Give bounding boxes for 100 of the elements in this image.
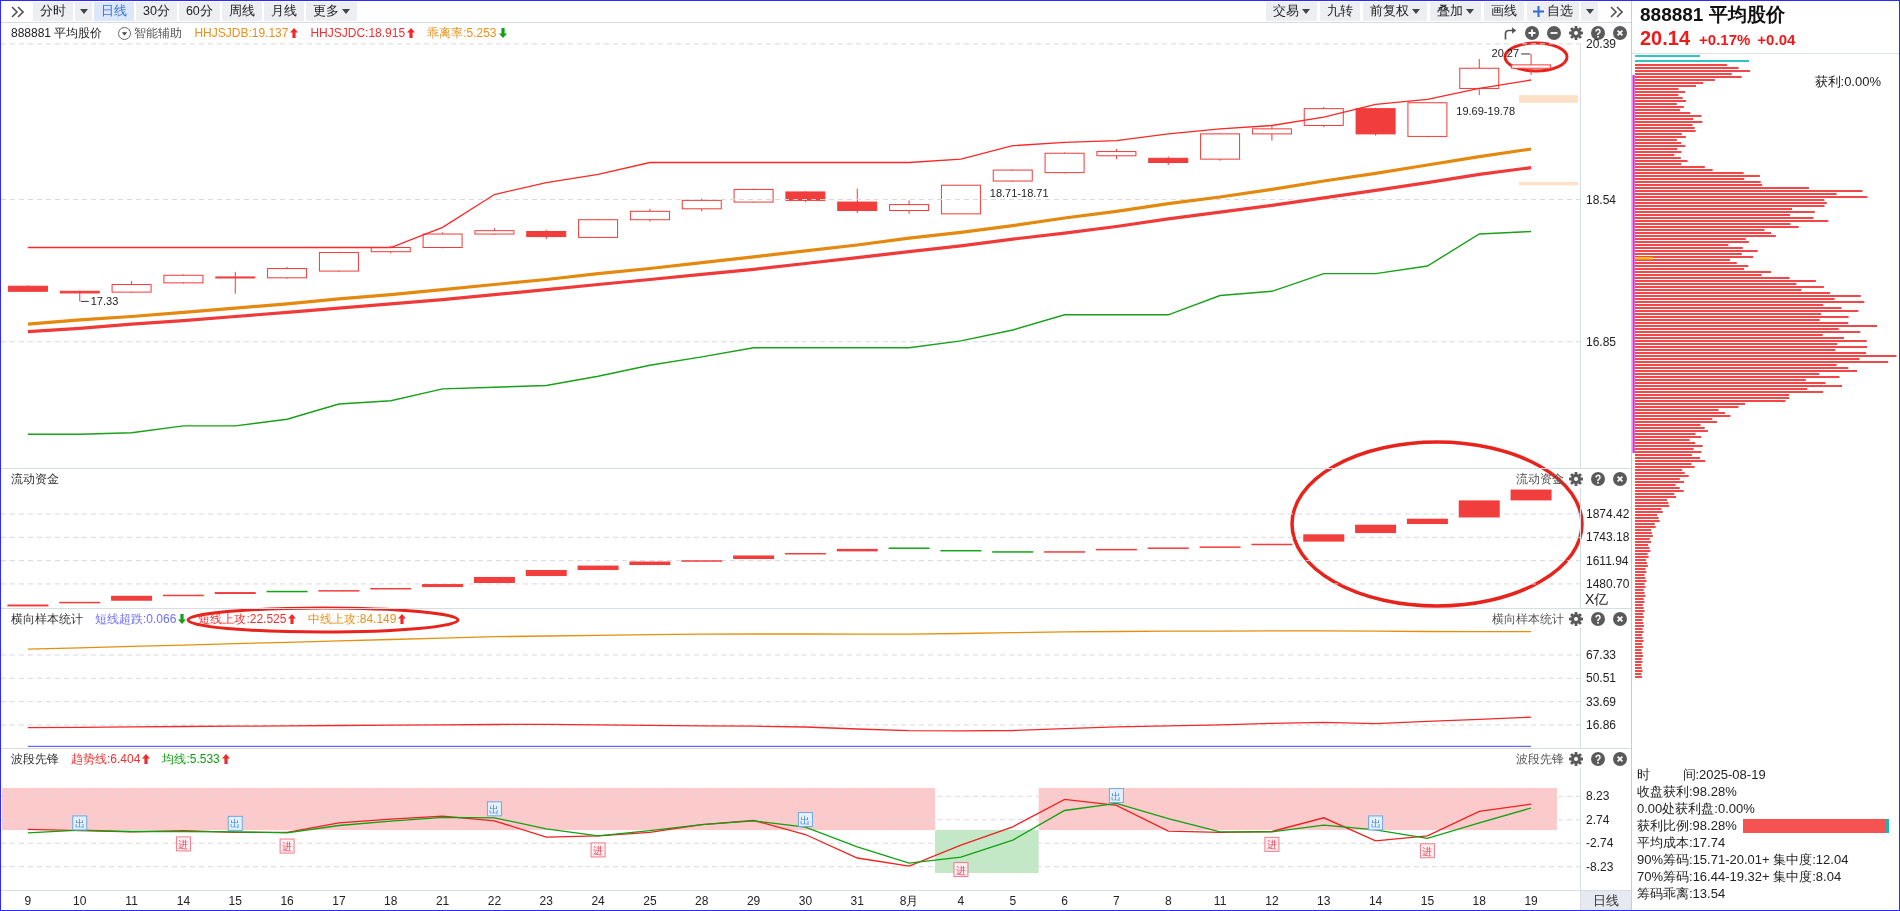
indicator-value: 乖离率:5.253 [427, 25, 497, 42]
panel-title: 流动资金 [11, 470, 59, 488]
axis-label: 18.54 [1586, 192, 1617, 207]
candlestick [111, 280, 152, 294]
candlestick [940, 184, 981, 215]
candlestick [1459, 58, 1500, 96]
flow-bar [577, 565, 619, 570]
entry-tag: 进 [279, 838, 295, 854]
entry-tag: 进 [590, 842, 606, 858]
candlestick [474, 227, 515, 236]
settings-icon[interactable] [1569, 26, 1583, 40]
flow-bar [370, 587, 412, 590]
chart-title: 888881 平均股价 [11, 25, 103, 42]
caret-icon [1585, 9, 1594, 14]
stat-line: 平均成本:17.74 [1637, 834, 1727, 851]
date-label: 14 [1368, 894, 1383, 908]
double-chevron-icon[interactable] [10, 5, 24, 18]
flow-bar [422, 584, 464, 588]
settings-icon[interactable] [1569, 611, 1583, 626]
dropdown-button[interactable] [75, 2, 92, 21]
period-tab[interactable]: 周线 [221, 2, 262, 21]
candlestick [889, 199, 930, 215]
candlestick [526, 229, 567, 240]
stat-line: 90%筹码:15.71-20.01+ 集中度:12.04 [1637, 851, 1850, 868]
gap-band [1519, 95, 1578, 103]
date-label: 18 [384, 894, 398, 908]
date-label: 11 [125, 894, 138, 908]
panel-title: 波段先锋 [1516, 750, 1564, 768]
flow-bar [111, 595, 153, 601]
toolbar-menu-button[interactable]: 交易 [1266, 2, 1317, 21]
candlestick [7, 284, 48, 293]
date-label: 23 [539, 894, 553, 908]
return-arrow-icon[interactable] [1503, 26, 1517, 40]
flow-bar [629, 561, 671, 566]
stat-line: 0.00处获利盘:0.00% [1637, 800, 1756, 817]
entry-tag: 进 [175, 836, 191, 852]
date-label: 5 [1009, 894, 1017, 908]
indicator-value: HHJSJDB:19.137 [194, 25, 289, 42]
close-icon[interactable] [1613, 611, 1627, 626]
leader-line [1520, 53, 1531, 55]
candlestick [267, 266, 308, 280]
candlestick [1044, 151, 1085, 174]
date-label: 13 [1317, 894, 1331, 908]
panel-title: 横向样本统计 [1492, 610, 1564, 628]
candlestick [370, 245, 411, 254]
exit-tag: 出 [1368, 815, 1384, 831]
axis-label: -2.74 [1586, 836, 1614, 851]
close-icon[interactable] [1613, 751, 1627, 766]
axis-label: 67.33 [1586, 648, 1617, 662]
flow-bar [1355, 524, 1397, 534]
indicator-value: 短线超跌:0.066 [95, 610, 177, 628]
period-tab[interactable]: 60分 [178, 2, 220, 21]
help-icon[interactable] [1591, 471, 1605, 486]
add-watchlist-button[interactable]: 自选 [1527, 2, 1579, 21]
dropdown-circle-icon [118, 26, 132, 40]
minus-icon[interactable] [1547, 26, 1561, 40]
indicator-value: 短线上攻:22.525 [198, 610, 287, 628]
period-button[interactable]: 日线 [1580, 891, 1631, 910]
toolbar-button[interactable]: 九转 [1320, 2, 1360, 21]
date-label: 24 [591, 894, 605, 908]
candlestick [1355, 107, 1396, 137]
assist-button[interactable]: 智能辅助 [118, 24, 183, 42]
date-label: 21 [435, 894, 450, 908]
close-icon[interactable] [1613, 26, 1627, 40]
date-label: 16 [280, 894, 294, 908]
candlestick [318, 251, 359, 273]
caret-icon [79, 9, 88, 14]
period-tab[interactable]: 日线 [94, 2, 134, 21]
date-label: 8月 [899, 894, 919, 908]
axis-label: 20.39 [1586, 36, 1617, 51]
help-icon[interactable] [1591, 611, 1605, 626]
double-chevron-icon[interactable] [1609, 5, 1623, 18]
period-tab[interactable]: 分时 [33, 2, 73, 21]
settings-icon[interactable] [1569, 471, 1583, 486]
candlestick [1303, 106, 1344, 128]
close-icon[interactable] [1613, 471, 1627, 486]
help-icon[interactable] [1591, 26, 1605, 40]
axis-label: -8.23 [1586, 859, 1614, 874]
period-tab[interactable]: 30分 [136, 2, 177, 21]
date-label: 25 [643, 894, 657, 908]
settings-icon[interactable] [1569, 751, 1583, 766]
profit-label: 获利:0.00% [1814, 74, 1881, 90]
date-label: 19 [1524, 894, 1538, 908]
toolbar-button[interactable]: 画线 [1484, 2, 1524, 21]
flow-bar [784, 552, 826, 555]
toolbar-menu-button[interactable]: 叠加 [1430, 2, 1481, 21]
axis-label: 50.51 [1586, 671, 1617, 686]
candlestick [215, 271, 256, 295]
dropdown-button[interactable] [1581, 2, 1598, 21]
period-tab[interactable]: 更多 [305, 2, 357, 21]
stat-line: 时 间:2025-08-19 [1637, 766, 1767, 783]
entry-tag: 进 [953, 862, 969, 878]
axis-label: 16.85 [1586, 334, 1617, 349]
flow-bar [1303, 534, 1345, 542]
date-label: 30 [798, 894, 813, 908]
plus-icon[interactable] [1525, 26, 1539, 40]
flow-bar [1095, 548, 1137, 551]
toolbar-menu-button[interactable]: 前复权 [1363, 2, 1427, 21]
help-icon[interactable] [1591, 751, 1605, 766]
period-tab[interactable]: 月线 [263, 2, 304, 21]
